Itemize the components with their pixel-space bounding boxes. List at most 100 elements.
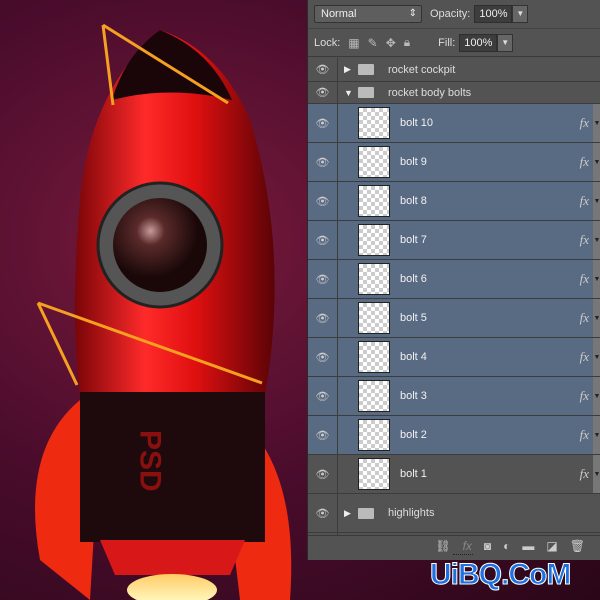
layer-name: bolt 2 — [400, 429, 427, 441]
eye-icon[interactable]: 👁︎ — [308, 221, 338, 259]
rocket-band — [80, 392, 265, 542]
eye-icon[interactable]: 👁︎ — [308, 182, 338, 220]
layer-name: bolt 7 — [400, 234, 427, 246]
eye-icon[interactable]: 👁︎ — [308, 58, 338, 81]
layer-thumbnail — [358, 302, 390, 334]
layer-row[interactable]: 👁︎ bolt 4 fx ▼ — [308, 338, 600, 377]
group-name: highlights — [388, 507, 435, 519]
fx-expand-icon[interactable]: ▼ — [593, 455, 600, 493]
folder-icon — [358, 507, 374, 519]
fill-label: Fill: — [438, 36, 456, 49]
group-name: rocket cockpit — [388, 63, 456, 76]
fx-expand-icon[interactable]: ▼ — [593, 299, 600, 337]
group-name: rocket body bolts — [388, 86, 472, 99]
eye-icon[interactable]: 👁︎ — [308, 104, 338, 142]
porthole-glass — [113, 198, 207, 292]
layer-row[interactable]: 👁︎ bolt 8 fx ▼ — [308, 182, 600, 221]
adjustment-layer-icon[interactable]: ◐ — [503, 539, 510, 553]
link-layers-icon[interactable]: ⛓ — [435, 539, 450, 553]
fx-icon[interactable]: fx — [580, 154, 589, 170]
layer-row[interactable]: 👁︎ bolt 1 fx ▼ — [308, 455, 600, 494]
fx-expand-icon[interactable]: ▼ — [593, 416, 600, 454]
eye-icon[interactable]: 👁︎ — [308, 299, 338, 337]
layer-group-rocket-body-bolts[interactable]: 👁︎ ▼ rocket body bolts — [308, 82, 600, 104]
layer-group-highlights[interactable]: 👁︎ ▶ highlights — [308, 494, 600, 533]
fx-expand-icon[interactable]: ▼ — [593, 182, 600, 220]
fx-expand-icon[interactable]: ▼ — [593, 338, 600, 376]
expand-triangle-icon[interactable]: ▶ — [344, 64, 358, 75]
layer-thumbnail — [358, 263, 390, 295]
fx-icon[interactable]: fx — [580, 310, 589, 326]
opacity-dropdown-icon[interactable]: ▼ — [512, 5, 529, 23]
layer-thumbnail — [358, 458, 390, 490]
layers-list: 👁︎ ▶ rocket cockpit 👁︎ ▼ rocket body bol… — [308, 58, 600, 535]
fx-expand-icon[interactable]: ▼ — [593, 143, 600, 181]
eye-icon[interactable]: 👁︎ — [308, 260, 338, 298]
fx-icon[interactable]: fx — [580, 115, 589, 131]
layer-row[interactable]: 👁︎ bolt 2 fx ▼ — [308, 416, 600, 455]
new-layer-icon[interactable]: ◪ — [546, 539, 557, 553]
layer-thumbnail — [358, 341, 390, 373]
layer-name: bolt 9 — [400, 156, 427, 168]
folder-icon — [358, 64, 374, 75]
layer-name: bolt 5 — [400, 312, 427, 324]
fx-icon[interactable]: fx — [580, 193, 589, 209]
add-layer-style-icon[interactable]: fx — [463, 539, 472, 553]
lock-all-icon[interactable]: 🔒︎ — [404, 35, 410, 50]
eye-icon[interactable]: 👁︎ — [308, 377, 338, 415]
lock-position-move-icon[interactable]: ✥ — [386, 36, 396, 50]
layer-name: bolt 4 — [400, 351, 427, 363]
opacity-input[interactable]: 100% — [474, 5, 513, 23]
fx-expand-icon[interactable]: ▼ — [593, 221, 600, 259]
lock-transparency-icon[interactable]: ▦ — [348, 36, 359, 50]
fill-dropdown-icon[interactable]: ▼ — [497, 33, 514, 52]
layer-row[interactable]: 👁︎ bolt 9 fx ▼ — [308, 143, 600, 182]
panel-resize-grip[interactable] — [453, 554, 473, 557]
open-folder-icon — [358, 87, 374, 98]
fx-icon[interactable]: fx — [580, 388, 589, 404]
eye-icon[interactable]: 👁︎ — [308, 416, 338, 454]
expand-triangle-icon[interactable]: ▶ — [344, 508, 358, 519]
delete-layer-trash-icon[interactable]: 🗑︎ — [570, 539, 585, 553]
layer-thumbnail — [358, 419, 390, 451]
lock-label: Lock: — [314, 36, 341, 49]
eye-icon[interactable]: 👁︎ — [308, 494, 338, 532]
eye-icon[interactable]: 👁︎ — [308, 143, 338, 181]
add-mask-icon[interactable]: ◙ — [484, 539, 491, 553]
layer-row[interactable]: 👁︎ bolt 7 fx ▼ — [308, 221, 600, 260]
layer-thumbnail — [358, 224, 390, 256]
rocket-nozzle — [100, 540, 245, 575]
opacity-label: Opacity: — [430, 8, 471, 20]
eye-icon[interactable]: 👁︎ — [308, 338, 338, 376]
blend-mode-select[interactable]: Normal — [314, 5, 422, 23]
layer-name: bolt 1 — [400, 468, 427, 480]
fx-expand-icon[interactable]: ▼ — [593, 260, 600, 298]
fx-expand-icon[interactable]: ▼ — [593, 104, 600, 142]
layer-row[interactable]: 👁︎ bolt 5 fx ▼ — [308, 299, 600, 338]
layer-thumbnail — [358, 185, 390, 217]
layers-panel-footer: ⛓ fx ◙ ◐ ▬ ◪ 🗑︎ — [308, 535, 600, 555]
fx-icon[interactable]: fx — [580, 466, 589, 482]
fx-icon[interactable]: fx — [580, 349, 589, 365]
new-group-icon[interactable]: ▬ — [522, 539, 534, 553]
layer-group-rocket-cockpit[interactable]: 👁︎ ▶ rocket cockpit — [308, 58, 600, 82]
eye-icon[interactable]: 👁︎ — [308, 82, 338, 103]
fx-expand-icon[interactable]: ▼ — [593, 377, 600, 415]
layer-row[interactable]: 👁︎ bolt 6 fx ▼ — [308, 260, 600, 299]
layer-name: bolt 3 — [400, 390, 427, 402]
fx-icon[interactable]: fx — [580, 232, 589, 248]
collapse-triangle-icon[interactable]: ▼ — [344, 88, 358, 98]
layer-thumbnail — [358, 380, 390, 412]
layer-name: bolt 8 — [400, 195, 427, 207]
exhaust-flame — [127, 574, 217, 600]
layer-thumbnail — [358, 146, 390, 178]
fx-icon[interactable]: fx — [580, 271, 589, 287]
eye-icon[interactable]: 👁︎ — [308, 455, 338, 493]
layers-panel: Normal Opacity: 100% ▼ Lock: ▦ ✎ ✥ 🔒︎ Fi… — [307, 0, 600, 560]
layer-row[interactable]: 👁︎ bolt 3 fx ▼ — [308, 377, 600, 416]
fill-input[interactable]: 100% — [459, 33, 498, 52]
layer-row[interactable]: 👁︎ bolt 10 fx ▼ — [308, 104, 600, 143]
fx-icon[interactable]: fx — [580, 427, 589, 443]
watermark-logo: UiBQ.CoM — [429, 558, 571, 592]
lock-pixels-brush-icon[interactable]: ✎ — [368, 36, 378, 50]
